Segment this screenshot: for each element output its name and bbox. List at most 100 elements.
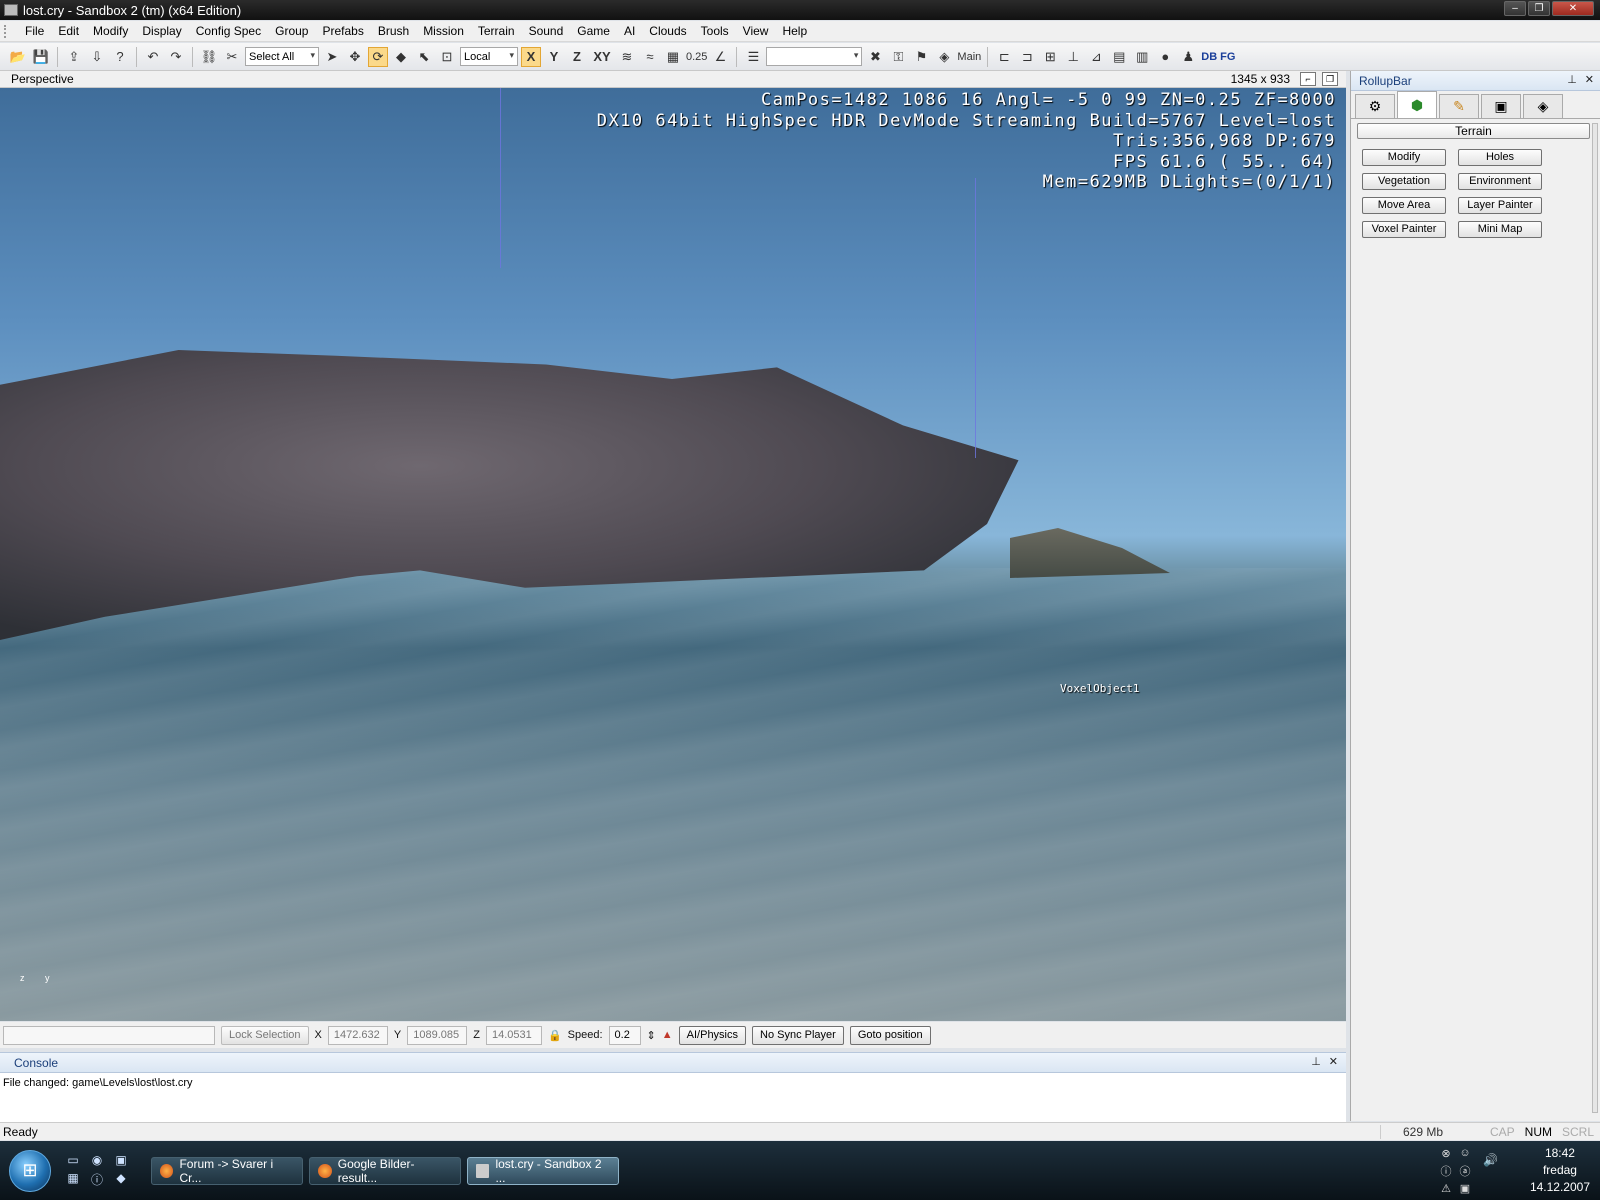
layers-icon[interactable]: ◈ xyxy=(934,47,954,67)
menu-view[interactable]: View xyxy=(736,21,776,42)
menu-group[interactable]: Group xyxy=(268,21,315,42)
security-icon[interactable]: ⊗ xyxy=(1438,1147,1454,1160)
import-icon[interactable]: ⇩ xyxy=(87,47,107,67)
export-icon[interactable]: ⇪ xyxy=(64,47,84,67)
user-icon[interactable]: ☺ xyxy=(1457,1147,1473,1160)
menu-config-spec[interactable]: Config Spec xyxy=(189,21,268,42)
pin-icon[interactable]: ⊥ xyxy=(1567,73,1577,86)
list-icon[interactable]: ☰ xyxy=(743,47,763,67)
task-sandbox[interactable]: lost.cry - Sandbox 2 ... xyxy=(467,1156,619,1185)
rollup-scrollbar[interactable] xyxy=(1592,123,1598,1113)
axis-x-button[interactable]: X xyxy=(521,46,541,67)
menu-clouds[interactable]: Clouds xyxy=(642,21,693,42)
firefox-icon[interactable]: ◉ xyxy=(87,1153,107,1167)
terrain-follow-icon[interactable]: ≋ xyxy=(617,47,637,67)
display-tab-icon[interactable]: ▣ xyxy=(1481,94,1521,118)
excel-icon[interactable]: ▦ xyxy=(63,1171,83,1188)
layers-tab-icon[interactable]: ◈ xyxy=(1523,94,1563,118)
speed-spinner-icon[interactable]: ⇕ xyxy=(647,1029,656,1042)
perspective-viewport[interactable]: CamPos=1482 1086 16 Angl= -5 0 99 ZN=0.2… xyxy=(0,88,1346,1021)
sequence-icon[interactable]: ▥ xyxy=(1132,47,1152,67)
minimize-button[interactable]: – xyxy=(1504,1,1526,16)
axis-xy-button[interactable]: XY xyxy=(590,47,614,67)
delete-selection-icon[interactable]: ✖ xyxy=(865,47,885,67)
lock-objects-icon[interactable]: ⚿ xyxy=(888,47,908,67)
viewport-pin-icon[interactable]: ⌐ xyxy=(1300,72,1316,86)
menu-help[interactable]: Help xyxy=(775,21,814,42)
align-left-icon[interactable]: ⊏ xyxy=(994,47,1014,67)
table-icon[interactable]: ⊞ xyxy=(1040,47,1060,67)
modify-tab-icon[interactable]: ✎ xyxy=(1439,94,1479,118)
lock-selection-button[interactable]: Lock Selection xyxy=(221,1025,309,1045)
material-icon[interactable]: ▤ xyxy=(1109,47,1129,67)
menu-modify[interactable]: Modify xyxy=(86,21,135,42)
console-close-icon[interactable]: ✕ xyxy=(1329,1055,1338,1068)
close-button[interactable]: ✕ xyxy=(1552,1,1594,16)
terrain-panel-title[interactable]: Terrain xyxy=(1357,123,1590,139)
layer-painter-button[interactable]: Layer Painter xyxy=(1458,197,1542,214)
show-desktop-icon[interactable]: ▭ xyxy=(63,1153,83,1167)
voxel-painter-button[interactable]: Voxel Painter xyxy=(1362,221,1446,238)
menu-file[interactable]: File xyxy=(18,21,51,42)
console-output[interactable]: File changed: game\Levels\lost\lost.cry xyxy=(0,1073,1346,1093)
select-arrow-icon[interactable]: ➤ xyxy=(322,47,342,67)
axis-z-button[interactable]: Z xyxy=(567,47,587,67)
open-icon[interactable]: 📂 xyxy=(8,47,28,67)
object-label[interactable]: VoxelObject1 xyxy=(1060,682,1139,695)
snap-objects-icon[interactable]: ≈ xyxy=(640,47,660,67)
menu-game[interactable]: Game xyxy=(570,21,617,42)
grid-icon[interactable]: ▦ xyxy=(663,47,683,67)
character-icon[interactable]: ♟ xyxy=(1178,47,1198,67)
grid-size-value[interactable]: 0.25 xyxy=(686,51,707,63)
link-icon[interactable]: ⛓ xyxy=(199,47,219,67)
console-pin-icon[interactable]: ⊥ xyxy=(1311,1055,1321,1068)
snap-icon[interactable]: ⊡ xyxy=(437,47,457,67)
goto-position-button[interactable]: Goto position xyxy=(849,1025,931,1045)
save-icon[interactable]: 💾 xyxy=(31,47,51,67)
terrain-collision-icon[interactable]: ▲ xyxy=(662,1029,673,1041)
undo-icon[interactable]: ↶ xyxy=(143,47,163,67)
viewport-maximize-icon[interactable]: ❐ xyxy=(1322,72,1338,86)
modify-button[interactable]: Modify xyxy=(1362,149,1446,166)
help-icon[interactable]: ? xyxy=(110,47,130,67)
selection-set-combo[interactable] xyxy=(766,47,863,66)
y-coordinate-field[interactable]: 1089.085 xyxy=(407,1025,468,1045)
coordinate-system-combo[interactable]: Local xyxy=(460,47,518,66)
flowgraph-button[interactable]: FG xyxy=(1220,51,1235,63)
x-coordinate-field[interactable]: 1472.632 xyxy=(327,1025,388,1045)
scale-icon[interactable]: ◆ xyxy=(391,47,411,67)
menu-sound[interactable]: Sound xyxy=(522,21,571,42)
prefab-icon[interactable]: ⚑ xyxy=(911,47,931,67)
viewport-title[interactable]: Perspective xyxy=(0,72,74,86)
warning-icon[interactable]: ⚠ xyxy=(1438,1182,1454,1195)
menu-edit[interactable]: Edit xyxy=(51,21,86,42)
ai-physics-button[interactable]: AI/Physics xyxy=(678,1025,747,1045)
mini-map-button[interactable]: Mini Map xyxy=(1458,221,1542,238)
terrain-align-icon[interactable]: ⊥ xyxy=(1063,47,1083,67)
globe-icon[interactable]: ● xyxy=(1155,47,1175,67)
rotate-icon[interactable]: ⟳ xyxy=(368,46,388,67)
menu-prefabs[interactable]: Prefabs xyxy=(315,21,370,42)
create-tab-icon[interactable]: ⚙ xyxy=(1355,94,1395,118)
menu-tools[interactable]: Tools xyxy=(694,21,736,42)
info-icon[interactable]: ⓘ xyxy=(87,1171,107,1188)
menu-display[interactable]: Display xyxy=(135,21,188,42)
close-icon[interactable]: ✕ xyxy=(1585,73,1594,86)
select-terrain-icon[interactable]: ⬉ xyxy=(414,47,434,67)
current-layer-label[interactable]: Main xyxy=(957,51,981,63)
database-button[interactable]: DB xyxy=(1201,51,1217,63)
axis-y-button[interactable]: Y xyxy=(544,47,564,67)
tool-icon[interactable]: ◆ xyxy=(111,1171,131,1188)
maximize-button[interactable]: ❐ xyxy=(1528,1,1550,16)
angle-snap-icon[interactable]: ∠ xyxy=(710,47,730,67)
lock-icon[interactable]: 🔒 xyxy=(548,1029,562,1042)
speed-input[interactable]: 0.2 xyxy=(608,1025,641,1045)
holes-button[interactable]: Holes xyxy=(1458,149,1542,166)
z-coordinate-field[interactable]: 14.0531 xyxy=(485,1025,542,1045)
network-icon[interactable]: ⓐ xyxy=(1457,1163,1473,1179)
move-icon[interactable]: ✥ xyxy=(345,47,365,67)
task-google[interactable]: Google Bilder-result... xyxy=(309,1156,461,1185)
info-tray-icon[interactable]: ⓘ xyxy=(1438,1163,1454,1179)
redo-icon[interactable]: ↷ xyxy=(166,47,186,67)
move-area-button[interactable]: Move Area xyxy=(1362,197,1446,214)
